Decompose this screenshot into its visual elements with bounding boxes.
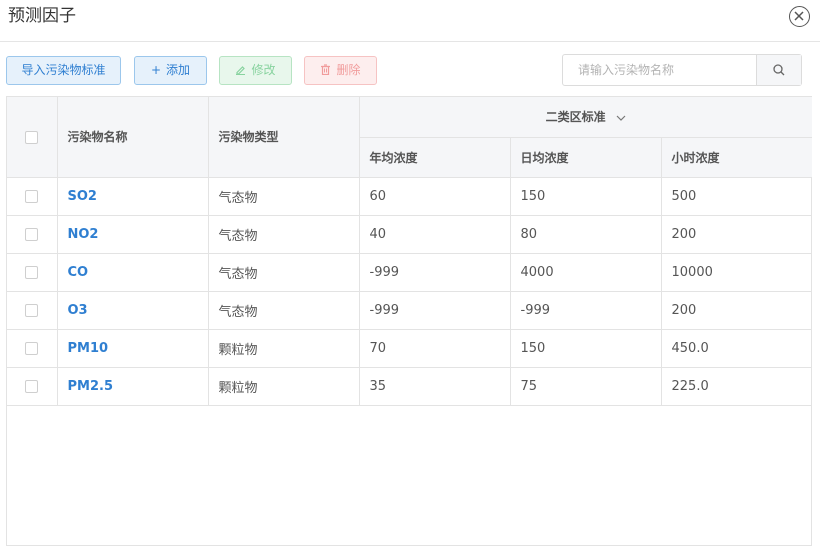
hourly-value: 500 [661,177,813,216]
row-select-cell [7,367,58,406]
daily-value: 4000 [510,253,662,292]
pollutant-type: 气态物 [208,177,360,216]
add-label: 添加 [166,63,191,77]
pollutant-type: 颗粒物 [208,329,360,368]
select-all-checkbox[interactable] [25,130,39,144]
daily-value: 75 [510,367,662,406]
hourly-value: 200 [661,215,813,254]
header-pollutant-name: 污染物名称 [57,97,209,178]
row-checkbox[interactable] [25,189,39,203]
pollutant-type: 气态物 [208,215,360,254]
row-select-cell [7,291,58,330]
daily-value: 80 [510,215,662,254]
pollutant-grid: 污染物名称 污染物类型 二类区标准 年均浓度 日均浓度 小时浓度 SO2 气态物 [7,97,813,406]
pencil-icon [235,57,246,84]
row-checkbox[interactable] [25,379,39,393]
row-select-cell [7,215,58,254]
close-button[interactable] [789,6,810,27]
delete-label: 删除 [336,63,361,77]
hourly-value: 450.0 [661,329,813,368]
daily-value: 150 [510,329,662,368]
search-box [562,54,802,86]
add-button[interactable]: + 添加 [134,56,207,85]
pollutant-type: 颗粒物 [208,367,360,406]
row-checkbox[interactable] [25,265,39,279]
pollutant-name-link[interactable]: PM2.5 [57,367,209,406]
annual-value: 40 [359,215,511,254]
search-button[interactable] [756,55,801,85]
plus-icon: + [150,63,162,77]
hourly-value: 200 [661,291,813,330]
pollutant-name-link[interactable]: PM10 [57,329,209,368]
chevron-down-icon [616,115,626,121]
edit-button[interactable]: 修改 [219,56,292,85]
header-daily: 日均浓度 [510,137,662,178]
header-hourly: 小时浓度 [661,137,813,178]
row-checkbox[interactable] [25,303,39,317]
select-all-cell [7,97,58,178]
pollutant-type: 气态物 [208,291,360,330]
dialog-title: 预测因子 [8,6,76,26]
daily-value: 150 [510,177,662,216]
pollutant-name-link[interactable]: O3 [57,291,209,330]
table-row[interactable]: NO2 气态物 40 80 200 [7,215,813,254]
pollutant-name-link[interactable]: SO2 [57,177,209,216]
annual-value: 70 [359,329,511,368]
annual-value: -999 [359,253,511,292]
daily-value: -999 [510,291,662,330]
annual-value: 35 [359,367,511,406]
pollutant-table: 污染物名称 污染物类型 二类区标准 年均浓度 日均浓度 小时浓度 SO2 气态物 [6,96,813,546]
search-input[interactable] [563,55,756,85]
import-standard-button[interactable]: 导入污染物标准 [6,56,121,85]
search-icon [773,64,785,76]
pollutant-name-link[interactable]: NO2 [57,215,209,254]
header-pollutant-type: 污染物类型 [208,97,360,178]
row-select-cell [7,253,58,292]
trash-icon [320,57,331,84]
delete-button[interactable]: 删除 [304,56,377,85]
table-row[interactable]: SO2 气态物 60 150 500 [7,177,813,216]
table-row[interactable]: CO 气态物 -999 4000 10000 [7,253,813,292]
row-select-cell [7,329,58,368]
hourly-value: 10000 [661,253,813,292]
dialog-header: 预测因子 [0,0,820,42]
close-icon [794,11,804,21]
row-checkbox[interactable] [25,341,39,355]
table-row[interactable]: PM10 颗粒物 70 150 450.0 [7,329,813,368]
hourly-value: 225.0 [661,367,813,406]
annual-value: -999 [359,291,511,330]
import-standard-label: 导入污染物标准 [21,63,106,77]
annual-value: 60 [359,177,511,216]
table-row[interactable]: O3 气态物 -999 -999 200 [7,291,813,330]
header-annual: 年均浓度 [359,137,511,178]
pollutant-type: 气态物 [208,253,360,292]
edit-label: 修改 [251,63,276,77]
pollutant-name-link[interactable]: CO [57,253,209,292]
standard-group-label: 二类区标准 [545,110,606,125]
row-select-cell [7,177,58,216]
row-checkbox[interactable] [25,227,39,241]
table-row[interactable]: PM2.5 颗粒物 35 75 225.0 [7,367,813,406]
header-standard-group[interactable]: 二类区标准 [359,97,813,138]
